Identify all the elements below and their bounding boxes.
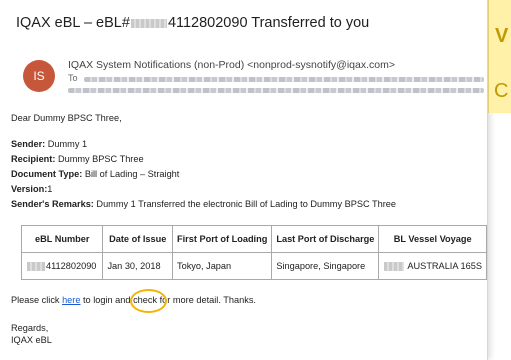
table-header: First Port of Loading bbox=[171, 225, 273, 253]
version-value: 1 bbox=[47, 184, 53, 194]
table-header: Last Port of Discharge bbox=[271, 225, 380, 253]
regards: Regards, bbox=[11, 323, 49, 333]
redacted-block bbox=[27, 262, 45, 272]
table-row: 4112802090 Jan 30, 2018 Tokyo, Japan Sin… bbox=[20, 252, 487, 280]
table-cell-ebl-number: 4112802090 bbox=[20, 252, 104, 280]
subject-suffix: 4112802090 Transferred to you bbox=[167, 15, 370, 31]
recipient-value: Dummy BPSC Three bbox=[55, 154, 144, 164]
recipient-label: Recipient: bbox=[11, 154, 56, 164]
click-pre-text: Please click bbox=[11, 295, 63, 305]
recipient-line: Recipient: Dummy BPSC Three bbox=[11, 154, 144, 164]
doctype-label: Document Type: bbox=[11, 169, 83, 179]
version-line: Version:1 bbox=[11, 184, 52, 194]
table-cell-loading-port: Tokyo, Japan bbox=[171, 252, 273, 280]
to-row: To bbox=[68, 73, 78, 83]
side-card-letter: C bbox=[494, 80, 509, 102]
doctype-value: Bill of Lading – Straight bbox=[82, 169, 180, 179]
remarks-value: Dummy 1 Transferred the electronic Bill … bbox=[93, 199, 396, 209]
avatar-initials: IS bbox=[33, 69, 45, 83]
avatar[interactable]: IS bbox=[23, 60, 55, 92]
table-cell-discharge-port: Singapore, Singapore bbox=[271, 252, 380, 280]
sender-label: Sender: bbox=[11, 139, 46, 149]
side-card-letter: V bbox=[495, 25, 509, 47]
version-label: Version: bbox=[11, 184, 48, 194]
table-cell-date: Jan 30, 2018 bbox=[102, 252, 173, 280]
redacted-block bbox=[384, 262, 405, 272]
table-header: BL Vessel Voyage bbox=[378, 225, 487, 253]
greeting: Dear Dummy BPSC Three, bbox=[11, 113, 122, 123]
sender-line: Sender: Dummy 1 bbox=[11, 139, 87, 149]
sender-address[interactable]: IQAX System Notifications (non-Prod) <no… bbox=[68, 59, 395, 71]
signature: IQAX eBL bbox=[11, 335, 52, 345]
table-header: eBL Number bbox=[20, 225, 104, 253]
recipients-redacted bbox=[68, 88, 484, 93]
table-header: Date of Issue bbox=[102, 225, 173, 253]
table-cell-vessel-voyage: AUSTRALIA 165S bbox=[378, 252, 487, 280]
sender-value: Dummy 1 bbox=[45, 139, 88, 149]
cell-text: 4112802090 bbox=[46, 260, 97, 271]
remarks-label: Sender's Remarks: bbox=[11, 199, 94, 209]
bl-table: eBL Number Date of Issue First Port of L… bbox=[20, 225, 487, 280]
doctype-line: Document Type: Bill of Lading – Straight bbox=[11, 169, 179, 179]
login-link[interactable]: here bbox=[62, 295, 80, 305]
redacted-block bbox=[130, 18, 167, 28]
recipients-redacted bbox=[84, 77, 484, 82]
remarks-line: Sender's Remarks: Dummy 1 Transferred th… bbox=[11, 199, 396, 209]
click-post-text: to login and check for more detail. Than… bbox=[80, 295, 256, 305]
email-subject: IQAX eBL – eBL# 4112802090 Transferred to… bbox=[16, 15, 369, 31]
highlight-circle bbox=[130, 289, 167, 313]
table-header-row: eBL Number Date of Issue First Port of L… bbox=[20, 225, 487, 253]
subject-prefix: IQAX eBL – eBL# bbox=[16, 15, 130, 31]
to-label: To bbox=[68, 73, 78, 83]
cell-text: AUSTRALIA 165S bbox=[407, 260, 482, 271]
email-message: IQAX eBL – eBL# 4112802090 Transferred to… bbox=[0, 0, 488, 360]
